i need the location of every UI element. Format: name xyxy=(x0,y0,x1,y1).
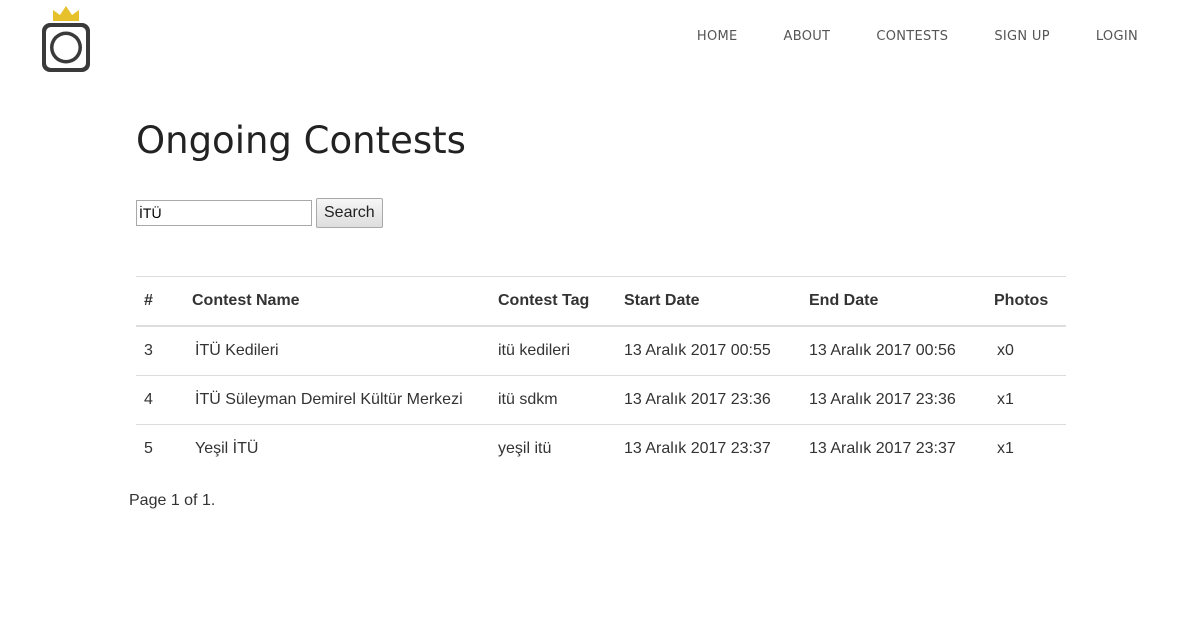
photos-count: x0 xyxy=(997,342,1014,359)
contests-table: # Contest Name Contest Tag Start Date En… xyxy=(136,276,1066,473)
search-button[interactable]: Search xyxy=(316,198,383,228)
cell-photos: x0 xyxy=(986,326,1066,376)
main-nav: HOME ABOUT CONTESTS SIGN UP LOGIN xyxy=(697,29,1138,44)
cell-contest-tag: itü sdkm xyxy=(490,375,616,425)
header-photos: Photos xyxy=(986,276,1066,327)
cell-photos: x1 xyxy=(986,375,1066,425)
nav-contests[interactable]: CONTESTS xyxy=(876,29,948,44)
cell-contest-tag: itü kedileri xyxy=(498,342,571,359)
header-contest-tag: Contest Tag xyxy=(490,276,616,327)
cell-start-date: 13 Aralık 2017 23:36 xyxy=(616,375,801,425)
header-contest-name: Contest Name xyxy=(184,276,490,327)
contest-name-link[interactable]: İTÜ Kedileri xyxy=(192,342,279,359)
table-row[interactable]: 3 İTÜ Kedileri itü kedileri 13 Aralık 20… xyxy=(136,326,1066,376)
cell-end-date: 13 Aralık 2017 23:36 xyxy=(801,375,986,425)
cell-photos: x1 xyxy=(986,424,1066,473)
cell-number: 4 xyxy=(136,375,184,425)
table-header-row: # Contest Name Contest Tag Start Date En… xyxy=(136,276,1066,327)
cell-start-date: 13 Aralık 2017 23:37 xyxy=(616,424,801,473)
cell-number: 3 xyxy=(144,342,153,359)
cell-end-date: 13 Aralık 2017 23:37 xyxy=(801,424,986,473)
contest-name-link[interactable]: Yeşil İTÜ xyxy=(192,440,258,457)
nav-home[interactable]: HOME xyxy=(697,29,738,44)
photos-count: x1 xyxy=(997,440,1014,457)
cell-start-date: 13 Aralık 2017 00:55 xyxy=(624,342,771,359)
nav-sign-up[interactable]: SIGN UP xyxy=(994,29,1049,44)
header-number: # xyxy=(136,276,184,327)
contest-name-link[interactable]: İTÜ Süleyman Demirel Kültür Merkezi xyxy=(192,391,463,408)
nav-login[interactable]: LOGIN xyxy=(1096,29,1138,44)
cell-end-date: 13 Aralık 2017 00:56 xyxy=(809,342,956,359)
photos-count: x1 xyxy=(997,391,1014,408)
search-input[interactable] xyxy=(136,200,312,226)
site-header: HOME ABOUT CONTESTS SIGN UP LOGIN xyxy=(0,0,1183,80)
nav-about[interactable]: ABOUT xyxy=(784,29,831,44)
camera-crown-logo-icon[interactable] xyxy=(40,3,94,75)
table-header: # Contest Name Contest Tag Start Date En… xyxy=(136,276,1066,327)
table-body: 3 İTÜ Kedileri itü kedileri 13 Aralık 20… xyxy=(136,326,1066,473)
table-row[interactable]: 4 İTÜ Süleyman Demirel Kültür Merkezi it… xyxy=(136,375,1066,425)
pagination-text: Page 1 of 1. xyxy=(129,492,216,509)
cell-contest-name[interactable]: İTÜ Süleyman Demirel Kültür Merkezi xyxy=(184,375,490,425)
cell-contest-name[interactable]: İTÜ Kedileri xyxy=(184,326,490,376)
cell-number: 5 xyxy=(136,424,184,473)
table-row[interactable]: 5 Yeşil İTÜ yeşil itü 13 Aralık 2017 23:… xyxy=(136,424,1066,473)
cell-contest-tag: yeşil itü xyxy=(490,424,616,473)
header-start-date: Start Date xyxy=(616,276,801,327)
search-form: Search xyxy=(136,198,383,228)
cell-contest-name[interactable]: Yeşil İTÜ xyxy=(184,424,490,473)
page-title: Ongoing Contests xyxy=(136,119,466,162)
header-end-date: End Date xyxy=(801,276,986,327)
